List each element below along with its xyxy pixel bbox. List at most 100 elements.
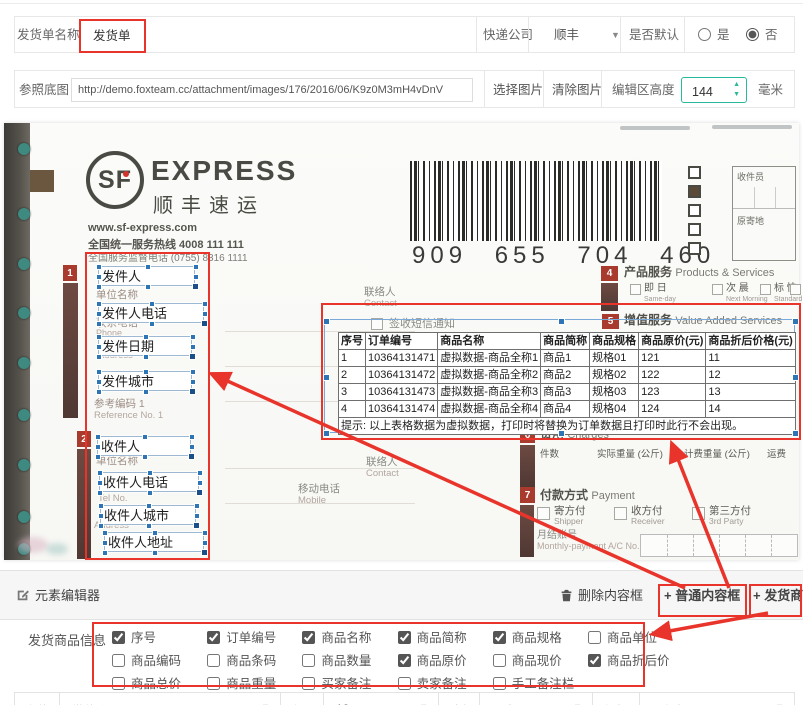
resize-handle[interactable]	[96, 379, 102, 385]
goods-info-checkbox-手工备注栏[interactable]	[493, 677, 506, 690]
resize-handle[interactable]	[202, 301, 208, 307]
resize-handle[interactable]	[97, 480, 103, 486]
edit-height-value[interactable]: 144	[692, 85, 713, 99]
add-goods-list-button[interactable]: + 发货商品列表	[753, 588, 803, 604]
resize-handle[interactable]	[102, 530, 108, 536]
resize-handle[interactable]	[96, 264, 102, 270]
stepper-arrows-icon[interactable]: ▲▼	[733, 80, 740, 100]
goods-table[interactable]: 序号订单编号商品名称商品简称商品规格商品原价(元)商品折后价格(元)110364…	[338, 332, 796, 435]
courier-select[interactable]: 顺丰	[554, 29, 579, 42]
resize-handle[interactable]	[146, 523, 152, 529]
resize-handle[interactable]	[95, 434, 101, 440]
resize-handle[interactable]	[190, 334, 196, 340]
delete-content-box-button[interactable]: 删除内容框	[560, 588, 643, 604]
font-select[interactable]: 微软雅黑▼	[60, 693, 280, 705]
resize-handle[interactable]	[201, 320, 208, 327]
resize-handle[interactable]	[194, 513, 200, 519]
resize-handle[interactable]	[143, 334, 149, 340]
resize-handle[interactable]	[190, 344, 196, 350]
goods-info-checkbox-商品名称[interactable]	[302, 631, 315, 644]
resize-handle[interactable]	[193, 274, 199, 280]
resize-handle[interactable]	[142, 434, 148, 440]
resize-handle[interactable]	[96, 274, 102, 280]
resize-handle[interactable]	[202, 311, 208, 317]
size-select[interactable]: 12▼	[324, 693, 438, 705]
resize-handle[interactable]	[201, 549, 208, 556]
template-field-2[interactable]: 发件人电话	[98, 303, 204, 323]
goods-info-checkbox-商品总价[interactable]	[112, 677, 125, 690]
resize-handle[interactable]	[189, 353, 196, 360]
resize-handle[interactable]	[193, 264, 199, 270]
resize-handle[interactable]	[189, 444, 195, 450]
resize-handle[interactable]	[152, 530, 158, 536]
resize-handle[interactable]	[145, 264, 151, 270]
resize-handle[interactable]	[102, 540, 108, 546]
resize-handle[interactable]	[143, 389, 149, 395]
template-field-7[interactable]: 收件人城市	[100, 505, 196, 525]
resize-handle[interactable]	[323, 318, 330, 325]
goods-info-checkbox-买家备注[interactable]	[302, 677, 315, 690]
resize-handle[interactable]	[190, 379, 196, 385]
template-field-8[interactable]: 收件人地址	[104, 532, 204, 552]
resize-handle[interactable]	[189, 434, 195, 440]
chevron-down-icon[interactable]: ▼	[611, 31, 620, 40]
goods-info-checkbox-商品现价[interactable]	[493, 654, 506, 667]
resize-handle[interactable]	[323, 430, 330, 437]
template-field-5[interactable]: 收件人	[97, 436, 191, 456]
resize-handle[interactable]	[193, 522, 200, 529]
template-field-4[interactable]: 发件城市	[98, 371, 192, 391]
resize-handle[interactable]	[792, 430, 799, 437]
resize-handle[interactable]	[98, 523, 104, 529]
resize-handle[interactable]	[149, 301, 155, 307]
goods-info-checkbox-序号[interactable]	[112, 631, 125, 644]
resize-handle[interactable]	[197, 480, 203, 486]
base-image-url-input[interactable]	[71, 78, 473, 102]
resize-handle[interactable]	[97, 490, 103, 496]
radio-yes[interactable]	[698, 28, 711, 41]
resize-handle[interactable]	[323, 374, 330, 381]
resize-handle[interactable]	[152, 550, 158, 556]
align-select[interactable]: 居中▼	[480, 693, 592, 705]
resize-handle[interactable]	[96, 311, 102, 317]
template-field-3[interactable]: 发件日期	[98, 336, 192, 356]
radio-no[interactable]	[746, 28, 759, 41]
resize-handle[interactable]	[96, 284, 102, 290]
goods-info-checkbox-商品重量[interactable]	[207, 677, 220, 690]
order-name-input[interactable]	[93, 27, 453, 41]
template-field-6[interactable]: 收件人电话	[99, 472, 199, 492]
goods-info-checkbox-商品规格[interactable]	[493, 631, 506, 644]
resize-handle[interactable]	[145, 284, 151, 290]
resize-handle[interactable]	[95, 454, 101, 460]
resize-handle[interactable]	[96, 334, 102, 340]
resize-handle[interactable]	[95, 444, 101, 450]
resize-handle[interactable]	[96, 389, 102, 395]
resize-handle[interactable]	[190, 369, 196, 375]
resize-handle[interactable]	[98, 513, 104, 519]
resize-handle[interactable]	[558, 318, 565, 325]
add-normal-box-button[interactable]: + 普通内容框	[664, 588, 740, 604]
goods-info-checkbox-商品单位[interactable]	[588, 631, 601, 644]
resize-handle[interactable]	[142, 454, 148, 460]
resize-handle[interactable]	[146, 503, 152, 509]
resize-handle[interactable]	[192, 283, 199, 290]
bold-select[interactable]: 不加粗▼	[640, 693, 794, 705]
resize-handle[interactable]	[194, 503, 200, 509]
goods-info-checkbox-商品条码[interactable]	[207, 654, 220, 667]
clear-image-button[interactable]: 清除图片	[552, 84, 602, 97]
goods-info-checkbox-订单编号[interactable]	[207, 631, 220, 644]
resize-handle[interactable]	[188, 453, 195, 460]
resize-handle[interactable]	[149, 321, 155, 327]
resize-handle[interactable]	[102, 550, 108, 556]
resize-handle[interactable]	[558, 430, 565, 437]
goods-info-checkbox-商品数量[interactable]	[302, 654, 315, 667]
resize-handle[interactable]	[202, 540, 208, 546]
resize-handle[interactable]	[98, 503, 104, 509]
goods-info-checkbox-商品折后价[interactable]	[588, 654, 601, 667]
goods-info-checkbox-卖家备注[interactable]	[398, 677, 411, 690]
edit-height-stepper[interactable]: 144 ▲▼	[681, 77, 747, 103]
resize-handle[interactable]	[96, 344, 102, 350]
resize-handle[interactable]	[196, 489, 203, 496]
resize-handle[interactable]	[792, 318, 799, 325]
resize-handle[interactable]	[96, 354, 102, 360]
resize-handle[interactable]	[97, 470, 103, 476]
